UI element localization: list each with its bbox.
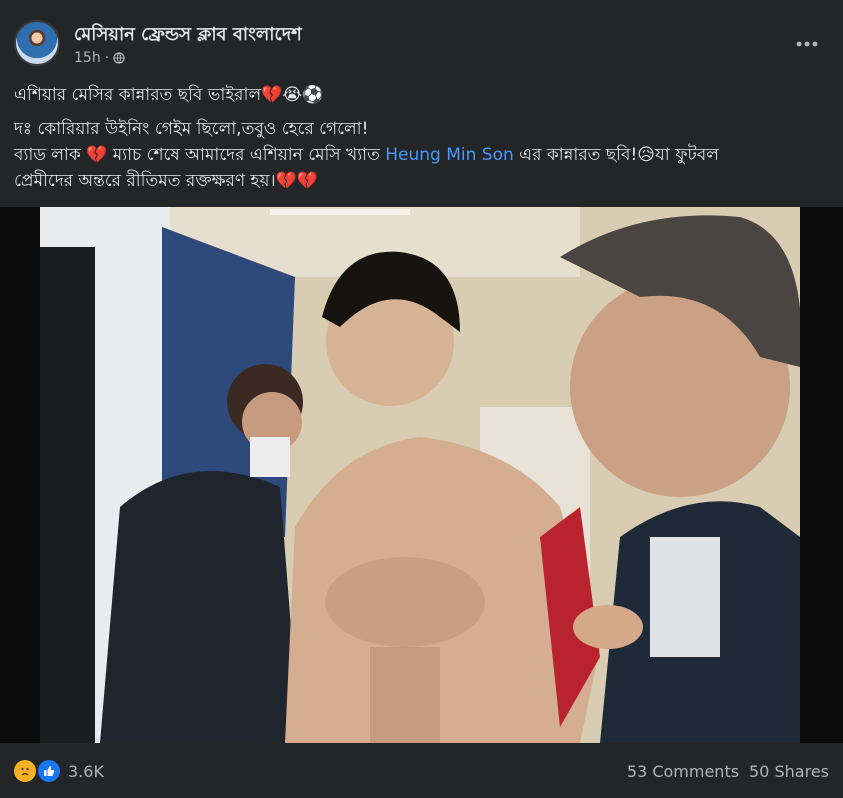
post-meta: 15h · [74, 50, 125, 66]
sad-icon [14, 760, 36, 782]
facebook-post: মেসিয়ান ফ্রেন্ডস ক্লাব বাংলাদেশ 15h · এ… [0, 0, 843, 798]
page-name[interactable]: মেসিয়ান ফ্রেন্ডস ক্লাব বাংলাদেশ [74, 20, 302, 51]
photo-illustration [40, 207, 800, 743]
post-paragraph: দঃ কোরিয়ার উইনিং গেইম ছিলো,তবুও হেরে গে… [14, 116, 829, 194]
mention-link[interactable]: Heung Min Son [385, 145, 514, 165]
post-line-1: এশিয়ার মেসির কান্নারত ছবি ভাইরাল💔😭⚽ [14, 85, 324, 105]
post-line-4: প্রেমীদের অন্তরে রীতিমত রক্তক্ষরণ হয়।💔💔 [14, 171, 318, 191]
timestamp[interactable]: 15h [74, 50, 101, 66]
post-footer: 3.6K 53 Comments 50 Shares [14, 752, 829, 790]
shares-count[interactable]: 50 Shares [749, 762, 829, 781]
like-icon [36, 758, 62, 784]
post-line-3a: ব্যাড লাক 💔 ম্যাচ শেষে আমাদের এশিয়ান মে… [14, 145, 386, 165]
avatar[interactable] [14, 20, 60, 66]
reaction-count[interactable]: 3.6K [68, 762, 104, 781]
engagement-stats: 53 Comments 50 Shares [627, 762, 829, 781]
post-line-3b: এর কান্নারত ছবি!😥যা ফুটবল [513, 145, 719, 165]
globe-icon [113, 52, 125, 64]
reaction-summary[interactable]: 3.6K [14, 758, 104, 784]
post-photo[interactable] [40, 207, 800, 743]
post-line-3: ব্যাড লাক 💔 ম্যাচ শেষে আমাদের এশিয়ান মে… [14, 142, 829, 168]
meta-dot: · [104, 50, 110, 66]
more-icon [796, 41, 818, 47]
post-text: এশিয়ার মেসির কান্নারত ছবি ভাইরাল💔😭⚽ দঃ … [14, 82, 829, 194]
photo-frame [0, 207, 843, 743]
post-header: মেসিয়ান ফ্রেন্ডস ক্লাব বাংলাদেশ 15h · [14, 16, 829, 68]
comments-count[interactable]: 53 Comments [627, 762, 739, 781]
post-line-2: দঃ কোরিয়ার উইনিং গেইম ছিলো,তবুও হেরে গে… [14, 119, 369, 139]
more-options-button[interactable] [789, 26, 825, 62]
